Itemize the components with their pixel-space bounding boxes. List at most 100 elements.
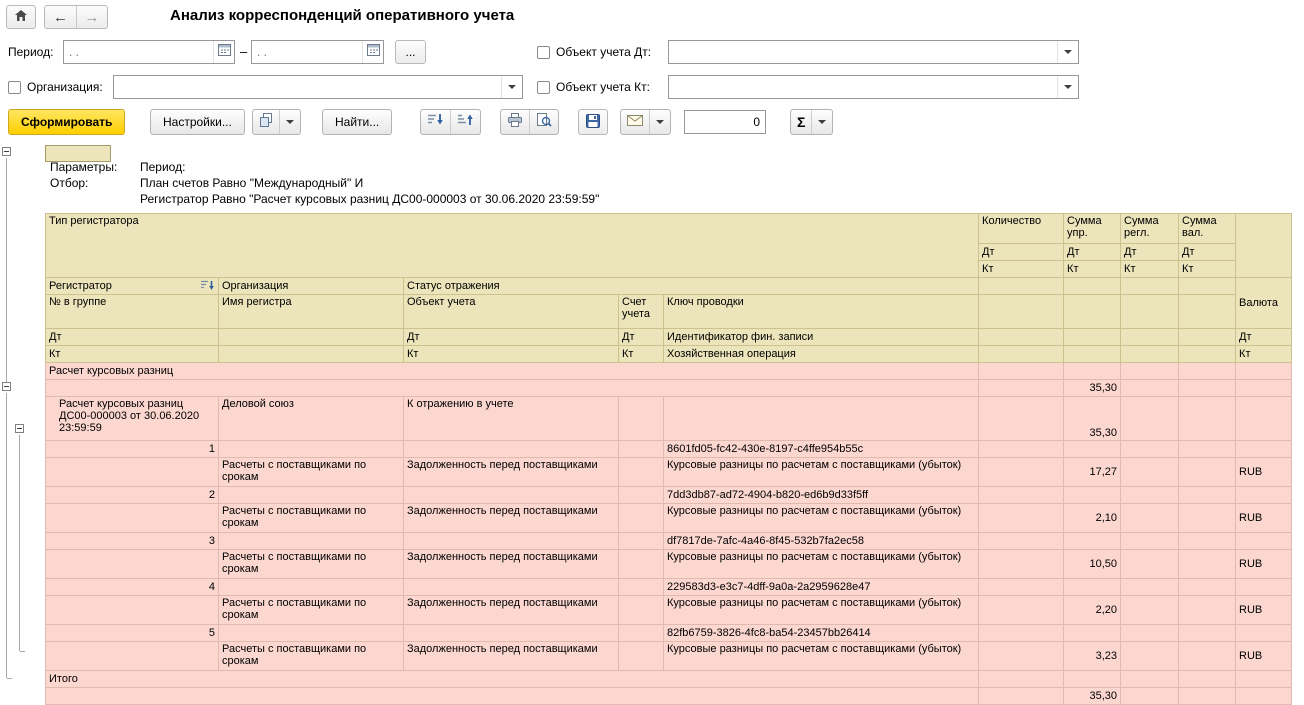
amount-cell[interactable]: 10,50 (1063, 549, 1122, 579)
header-registrar-type[interactable]: Тип регистратора (44, 213, 980, 278)
report-cell[interactable]: Дт (403, 328, 619, 346)
report-cell[interactable]: Дт (618, 328, 664, 346)
report-cell[interactable] (218, 328, 404, 346)
report-cell[interactable] (1120, 578, 1180, 596)
operation-cell[interactable]: Курсовые разницы по расчетам с поставщик… (662, 457, 980, 487)
report-cell[interactable] (978, 532, 1065, 550)
object-cell[interactable]: Задолженность перед поставщиками (403, 595, 619, 625)
period-from-calendar-button[interactable] (213, 41, 234, 63)
report-cell[interactable] (1120, 532, 1180, 550)
period-from-input[interactable] (64, 41, 213, 63)
report-cell[interactable] (1235, 532, 1293, 550)
report-cell[interactable] (618, 457, 664, 487)
report-cell[interactable] (1178, 486, 1237, 504)
register-name-cell[interactable]: Расчеты с поставщиками по срокам (218, 503, 404, 533)
report-cell[interactable]: Кт (1235, 345, 1293, 363)
report-cell[interactable] (1235, 578, 1293, 596)
counter-input[interactable] (684, 110, 766, 134)
report-cell[interactable] (978, 345, 1065, 363)
object-kt-dropdown-button[interactable] (1057, 76, 1078, 98)
report-cell[interactable] (1063, 328, 1122, 346)
total-label-cell[interactable]: Итого (44, 670, 980, 688)
report-cell[interactable] (978, 670, 1065, 688)
report-cell[interactable]: Дт (1063, 243, 1122, 261)
report-cell[interactable]: Кт (1120, 260, 1180, 278)
report-cell[interactable] (1178, 328, 1237, 346)
report-cell[interactable] (1178, 578, 1237, 596)
report-cell[interactable] (403, 486, 619, 504)
report-cell[interactable] (1120, 294, 1180, 329)
report-cell[interactable] (1063, 624, 1122, 642)
operation-cell[interactable]: Курсовые разницы по расчетам с поставщик… (662, 549, 980, 579)
report-cell[interactable] (978, 440, 1065, 458)
report-cell[interactable] (45, 457, 219, 487)
report-cell[interactable] (1235, 624, 1293, 642)
operation-cell[interactable]: Курсовые разницы по расчетам с поставщик… (662, 641, 980, 671)
print-preview-button[interactable] (529, 110, 558, 134)
amount-cell[interactable]: 17,27 (1063, 457, 1122, 487)
forward-button[interactable]: → (76, 6, 107, 28)
sort-descending-button[interactable] (421, 110, 450, 134)
header-accounting-object[interactable]: Объект учета (403, 294, 619, 329)
report-cell[interactable]: Кт (45, 345, 219, 363)
report-cell[interactable] (1235, 362, 1293, 380)
report-cell[interactable]: Дт (1235, 328, 1293, 346)
posting-key-cell[interactable]: df7817de-7afc-4a46-8f45-532b7fa2ec58 (662, 532, 980, 550)
report-cell[interactable] (1235, 379, 1293, 397)
report-cell[interactable] (1120, 457, 1180, 487)
sum-button[interactable]: Σ (791, 110, 811, 134)
report-cell[interactable] (1120, 549, 1180, 579)
header-account[interactable]: Счет учета (618, 294, 664, 329)
record-num-cell[interactable]: 5 (45, 624, 219, 642)
header-fin-record-id[interactable]: Идентификатор фин. записи (662, 328, 980, 346)
report-cell[interactable] (403, 440, 619, 458)
report-cell[interactable] (1235, 486, 1293, 504)
report-cell[interactable] (1178, 532, 1237, 550)
report-cell[interactable] (978, 362, 1065, 380)
report-cell[interactable] (978, 277, 1065, 295)
header-registrar[interactable]: Регистратор (45, 277, 219, 295)
report-cell[interactable] (1063, 294, 1122, 329)
amount-cell[interactable]: 3,23 (1063, 641, 1122, 671)
operation-cell[interactable]: Курсовые разницы по расчетам с поставщик… (662, 595, 980, 625)
posting-key-cell[interactable]: 229583d3-e3c7-4dff-9a0a-2a2959628e47 (662, 578, 980, 596)
report-cell[interactable]: Дт (45, 328, 219, 346)
report-cell[interactable] (1178, 440, 1237, 458)
report-cell[interactable] (1178, 595, 1237, 625)
report-cell[interactable] (618, 396, 664, 441)
group-name-cell[interactable]: Расчет курсовых разниц (44, 362, 980, 380)
object-cell[interactable]: Задолженность перед поставщиками (403, 457, 619, 487)
report-cell[interactable]: Кт (1063, 260, 1122, 278)
report-cell[interactable] (403, 578, 619, 596)
report-cell[interactable] (1235, 396, 1293, 441)
report-cell[interactable]: Дт (1178, 243, 1237, 261)
collapse-icon[interactable] (2, 147, 11, 156)
report-cell[interactable] (1063, 670, 1122, 688)
object-kt-input[interactable] (669, 76, 1057, 98)
amount-cell[interactable]: 2,20 (1063, 595, 1122, 625)
report-cell[interactable] (1235, 687, 1293, 705)
header-register-name[interactable]: Имя регистра (218, 294, 404, 329)
report-cell[interactable] (618, 486, 664, 504)
report-cell[interactable] (1235, 213, 1293, 278)
report-cell[interactable] (978, 624, 1065, 642)
header-reflection-status[interactable]: Статус отражения (402, 277, 980, 295)
posting-key-cell[interactable]: 82fb6759-3826-4fc8-ba54-23457bb26414 (662, 624, 980, 642)
email-button[interactable] (621, 110, 649, 134)
period-to-calendar-button[interactable] (362, 41, 383, 63)
report-cell[interactable] (1178, 549, 1237, 579)
report-cell[interactable]: Кт (1178, 260, 1237, 278)
header-sum-mgmt[interactable]: Сумма упр. (1063, 213, 1122, 244)
report-cell[interactable] (978, 578, 1065, 596)
report-cell[interactable] (1120, 503, 1180, 533)
report-cell[interactable] (978, 457, 1065, 487)
email-dropdown-button[interactable] (649, 110, 670, 134)
organization-input[interactable] (114, 76, 501, 98)
report-cell[interactable] (45, 549, 219, 579)
report-cell[interactable] (618, 641, 664, 671)
registrar-group-org-cell[interactable]: Деловой союз (218, 396, 404, 441)
registrar-group-total-cell[interactable]: 35,30 (1063, 396, 1122, 441)
save-button[interactable] (578, 109, 608, 135)
report-cell[interactable] (978, 641, 1065, 671)
report-cell[interactable] (1178, 641, 1237, 671)
